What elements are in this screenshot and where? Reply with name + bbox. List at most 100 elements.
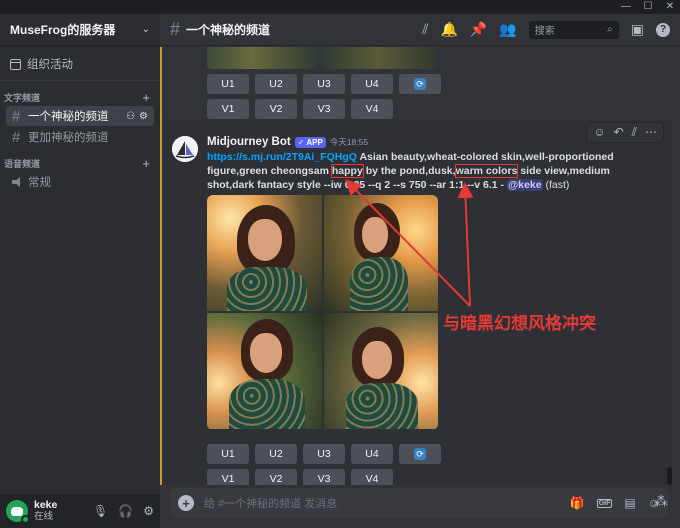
- upscale-button-4[interactable]: U4: [351, 74, 393, 94]
- inbox-icon[interactable]: ▣: [631, 21, 644, 38]
- channel-sidebar: MuseFrog的服务器 ⌄ 组织活动 文字频道 + # 一个神秘的频道 ⚇ ⚙…: [0, 14, 160, 528]
- highlight-happy: happy: [330, 164, 364, 179]
- main-panel: # 一个神秘的频道 ⫽ 🔔 📌 👥 搜索 ⌕ ▣ ? U1 U2 U3 U4 ⟳…: [160, 14, 680, 528]
- variation-button-2[interactable]: V2: [255, 469, 297, 485]
- maximize-button[interactable]: ☐: [642, 0, 654, 14]
- pin-icon[interactable]: 📌: [470, 21, 487, 38]
- close-button[interactable]: ✕: [664, 0, 676, 14]
- apps-icon[interactable]: ⁂: [654, 493, 668, 510]
- upscale-button-1[interactable]: U1: [207, 444, 249, 464]
- message-feed: U1 U2 U3 U4 ⟳ V1 V2 V3 V4 ☺ ↶ ⫽ ⋯ Midjou…: [160, 47, 672, 485]
- bell-icon[interactable]: 🔔: [440, 21, 457, 38]
- threads-icon[interactable]: ⫽: [422, 21, 428, 38]
- hash-icon: #: [12, 128, 21, 146]
- add-channel-icon[interactable]: +: [142, 90, 150, 105]
- gift-icon[interactable]: 🎁: [570, 496, 585, 510]
- members-icon[interactable]: 👥: [499, 21, 516, 38]
- user-panel: keke 在线 🎙 🎧 ⚙: [0, 494, 160, 528]
- avatar[interactable]: [172, 136, 198, 162]
- events-item[interactable]: 组织活动: [0, 46, 160, 81]
- attach-plus-icon[interactable]: +: [178, 495, 194, 511]
- channel-label: 一个神秘的频道: [28, 111, 109, 123]
- hash-icon: #: [170, 19, 181, 39]
- prompt-link[interactable]: https://s.mj.run/2T9Ai_FQHgQ: [207, 151, 357, 163]
- window-controls: — ☐ ✕: [620, 0, 676, 14]
- channel-tools: ⚇ ⚙: [126, 111, 148, 122]
- variation-button-3[interactable]: V3: [303, 469, 345, 485]
- sticker-icon[interactable]: ▤: [624, 496, 635, 510]
- channel-label: 更加神秘的频道: [28, 132, 109, 144]
- search-icon: ⌕: [607, 24, 613, 35]
- message-timestamp: 今天18:55: [329, 137, 369, 147]
- voice-category-label: 语音频道: [4, 158, 41, 169]
- generated-image-4[interactable]: [324, 313, 438, 429]
- server-header[interactable]: MuseFrog的服务器 ⌄: [0, 14, 160, 46]
- upscale-button-4[interactable]: U4: [351, 444, 393, 464]
- reroll-button[interactable]: ⟳: [399, 444, 441, 464]
- avatar[interactable]: [6, 500, 30, 524]
- add-reaction-icon[interactable]: ☺: [593, 125, 605, 140]
- upscale-button-1[interactable]: U1: [207, 74, 249, 94]
- more-icon[interactable]: ⋯: [645, 125, 657, 140]
- composer-tools: 🎁 GIF ▤ ☺: [570, 496, 660, 510]
- header-tools: ⫽ 🔔 📌 👥 搜索 ⌕ ▣ ?: [422, 20, 670, 39]
- generated-image-1[interactable]: [207, 195, 322, 311]
- window-titlebar: — ☐ ✕: [0, 0, 680, 14]
- create-thread-icon[interactable]: ⫽: [632, 125, 637, 140]
- generated-image-3[interactable]: [207, 313, 322, 429]
- message-content: https://s.mj.run/2T9Ai_FQHgQ Asian beaut…: [207, 150, 637, 193]
- reply-icon[interactable]: ↶: [614, 125, 624, 140]
- previous-image-tile[interactable]: [207, 47, 318, 69]
- generated-image-2[interactable]: [324, 195, 438, 311]
- mention-highlight-bar: [160, 47, 162, 485]
- text-category[interactable]: 文字频道 +: [0, 89, 160, 105]
- speaker-icon: [12, 177, 22, 187]
- variation-button-1[interactable]: V1: [207, 99, 249, 119]
- help-icon[interactable]: ?: [656, 22, 670, 37]
- variation-button-4[interactable]: V4: [351, 469, 393, 485]
- previous-image-tile[interactable]: [320, 47, 436, 69]
- annotation-label: 与暗黑幻想风格冲突: [443, 314, 596, 333]
- minimize-button[interactable]: —: [620, 0, 632, 14]
- chevron-down-icon: ⌄: [141, 24, 150, 35]
- upscale-button-2[interactable]: U2: [255, 444, 297, 464]
- author-name[interactable]: Midjourney Bot: [207, 136, 291, 148]
- upscale-button-3[interactable]: U3: [303, 444, 345, 464]
- microphone-icon[interactable]: 🎙: [93, 504, 108, 518]
- highlight-warm-colors: warm colors: [454, 164, 519, 179]
- message-author: Midjourney Bot ✓ APP 今天18:55: [207, 136, 368, 148]
- mode-label: (fast): [542, 179, 570, 192]
- channel-item-more-mysterious[interactable]: # 更加神秘的频道: [6, 127, 154, 147]
- add-channel-icon[interactable]: +: [142, 156, 150, 171]
- variation-button-1[interactable]: V1: [207, 469, 249, 485]
- prompt-text: by the pond,dusk,: [362, 165, 456, 178]
- gif-icon[interactable]: GIF: [596, 498, 613, 508]
- online-status-icon: [21, 515, 30, 524]
- server-name: MuseFrog的服务器: [10, 23, 116, 37]
- gear-icon[interactable]: ⚙: [143, 504, 154, 518]
- user-info[interactable]: keke 在线: [34, 499, 57, 523]
- message-composer[interactable]: + 给 #一个神秘的频道 发消息 🎁 GIF ▤ ☺: [170, 488, 668, 518]
- variation-button-2[interactable]: V2: [255, 99, 297, 119]
- generated-image-grid[interactable]: [207, 195, 438, 430]
- upscale-button-2[interactable]: U2: [255, 74, 297, 94]
- message-actions: ☺ ↶ ⫽ ⋯: [586, 122, 664, 143]
- text-category-label: 文字频道: [4, 92, 41, 103]
- variation-button-3[interactable]: V3: [303, 99, 345, 119]
- refresh-icon: ⟳: [414, 78, 426, 90]
- invite-icon[interactable]: ⚇: [126, 111, 135, 122]
- channel-item-mysterious[interactable]: # 一个神秘的频道 ⚇ ⚙: [6, 106, 154, 126]
- voice-channel-general[interactable]: 常规: [6, 172, 154, 192]
- scrollbar-thumb[interactable]: [667, 467, 672, 485]
- voice-category[interactable]: 语音频道 +: [0, 155, 160, 171]
- headphones-icon[interactable]: 🎧: [118, 504, 133, 518]
- user-mention[interactable]: @keke: [506, 179, 543, 192]
- variation-button-4[interactable]: V4: [351, 99, 393, 119]
- username: keke: [34, 499, 58, 511]
- reroll-button[interactable]: ⟳: [399, 74, 441, 94]
- composer-placeholder: 给 #一个神秘的频道 发消息: [204, 498, 338, 510]
- upscale-button-3[interactable]: U3: [303, 74, 345, 94]
- gear-icon[interactable]: ⚙: [139, 111, 148, 122]
- search-placeholder: 搜索: [534, 26, 555, 37]
- search-input[interactable]: 搜索 ⌕: [528, 20, 619, 39]
